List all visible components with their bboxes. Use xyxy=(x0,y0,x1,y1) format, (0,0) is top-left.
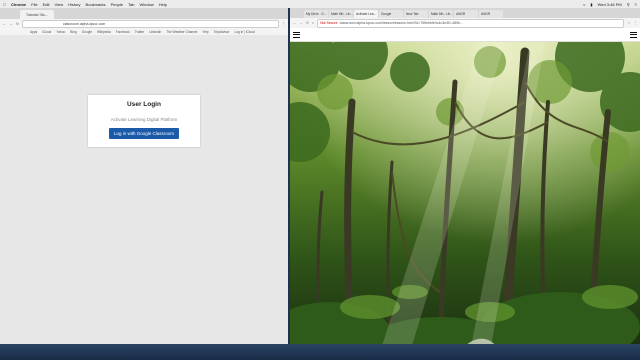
menubar-clock[interactable]: Wed 3:46 PM xyxy=(598,2,622,7)
bookmark-item[interactable]: Wikipedia xyxy=(97,30,111,34)
back-icon[interactable]: ← xyxy=(3,22,7,26)
right-tab-label: New Tab xyxy=(406,12,419,16)
menu-kebab-icon[interactable]: ⋮ xyxy=(282,22,286,26)
list-icon[interactable]: ≡ xyxy=(635,2,637,7)
bookmark-item[interactable]: Log in | iCloud xyxy=(234,30,254,34)
login-subtitle: Activate Learning Digital Platform xyxy=(110,117,178,122)
user-area xyxy=(630,31,637,38)
battery-icon[interactable]: ▮ xyxy=(590,2,592,7)
left-address-text: classroom.alpha-lqsoc.com xyxy=(62,21,106,26)
bookmark-item[interactable]: Yahoo xyxy=(56,30,65,34)
right-address-bar[interactable]: Not Secure classroom.alpha-lqsoc.com/les… xyxy=(317,18,625,28)
right-tab[interactable]: Math 6th - Un... xyxy=(429,10,453,18)
apple-icon[interactable]:  xyxy=(3,2,6,7)
search-icon[interactable]: ⚲ xyxy=(627,2,630,7)
right-tab-label: ANGR xyxy=(481,12,491,16)
menu-window[interactable]: Window xyxy=(139,2,153,7)
right-browser-window: My Drive - G... Math 6th - Un... Activat… xyxy=(290,8,640,352)
login-title: User Login xyxy=(127,101,161,108)
right-tab-active[interactable]: Activate Lea... xyxy=(354,10,378,18)
login-card: User Login Activate Learning Digital Pla… xyxy=(88,95,200,147)
not-secure-label[interactable]: Not Secure xyxy=(320,21,338,25)
right-tab[interactable]: New Tab xyxy=(404,10,428,18)
reload-icon[interactable]: ↻ xyxy=(16,22,19,26)
right-tab-label: Math 6th - Un... xyxy=(331,12,353,16)
menu-history[interactable]: History xyxy=(68,2,80,7)
menu-kebab-icon[interactable]: ⋮ xyxy=(634,21,638,25)
rainforest-illustration xyxy=(290,42,640,352)
bookmark-item[interactable]: iCloud xyxy=(42,30,51,34)
right-tabstrip: My Drive - G... Math 6th - Un... Activat… xyxy=(290,8,640,18)
left-tabstrip: Tutorial / Bo... xyxy=(0,8,288,19)
right-tab[interactable]: Google xyxy=(379,10,403,18)
right-tab[interactable]: Math 6th - Un... xyxy=(329,10,353,18)
menu-edit[interactable]: Edit xyxy=(43,2,50,7)
left-page-content: User Login Activate Learning Digital Pla… xyxy=(0,35,288,352)
desktop-background xyxy=(0,344,640,360)
right-tab-label: Math 6th - Un... xyxy=(431,12,453,16)
left-tab-label: Tutorial / Bo... xyxy=(26,12,48,17)
right-address-text: classroom.alpha-lqsoc.com/lesson/lessons… xyxy=(339,21,463,25)
bookmark-item[interactable]: Yelp xyxy=(202,30,208,34)
lesson-topbar xyxy=(290,28,640,42)
forward-icon[interactable]: → xyxy=(300,21,304,25)
bookmark-item[interactable]: Twitter xyxy=(135,30,144,34)
bookmark-item[interactable]: Google xyxy=(82,30,92,34)
reload-icon[interactable]: ↻ xyxy=(306,21,309,25)
right-tab-label: Google xyxy=(381,12,392,16)
menu-bookmarks[interactable]: Bookmarks xyxy=(86,2,106,7)
lesson-app xyxy=(290,28,640,352)
star-icon[interactable]: ☆ xyxy=(627,21,630,25)
menu-view[interactable]: View xyxy=(54,2,63,7)
menu-people[interactable]: People xyxy=(111,2,123,7)
google-classroom-login-button[interactable]: Log in with Google Classroom xyxy=(108,128,180,139)
forward-icon[interactable]: → xyxy=(10,22,14,26)
right-toolbar: ← → ↻ ⌂ Not Secure classroom.alpha-lqsoc… xyxy=(290,18,640,28)
bookmark-item[interactable]: LinkedIn xyxy=(149,30,161,34)
macos-menubar:  Chrome File Edit View History Bookmark… xyxy=(0,0,640,8)
bookmark-item[interactable]: TripAdvisor xyxy=(213,30,229,34)
left-tab-active[interactable]: Tutorial / Bo... xyxy=(20,10,54,19)
right-tab-label: ANGR xyxy=(456,12,466,16)
left-toolbar: ← → ↻ classroom.alpha-lqsoc.com ⋮ xyxy=(0,19,288,28)
menu-file[interactable]: File xyxy=(31,2,37,7)
right-tab[interactable]: My Drive - G... xyxy=(304,10,328,18)
bookmark-item[interactable]: The Weather Channel xyxy=(166,30,197,34)
rainforest-image xyxy=(290,42,640,352)
menu-app-name[interactable]: Chrome xyxy=(11,2,26,7)
wifi-icon[interactable]: ≈ xyxy=(583,2,585,7)
menu-tab[interactable]: Tab xyxy=(128,2,134,7)
right-tab[interactable]: ANGR xyxy=(479,10,503,18)
left-browser-window: Tutorial / Bo... ← → ↻ classroom.alpha-l… xyxy=(0,8,288,352)
hamburger-menu-icon[interactable] xyxy=(293,31,300,38)
bookmark-item[interactable]: Facebook xyxy=(116,30,130,34)
options-menu-icon[interactable] xyxy=(630,31,637,38)
right-tab-label: Activate Lea... xyxy=(356,12,377,16)
menu-help[interactable]: Help xyxy=(159,2,167,7)
back-icon[interactable]: ← xyxy=(293,21,297,25)
right-tab[interactable]: ANGR xyxy=(454,10,478,18)
home-icon[interactable]: ⌂ xyxy=(312,21,314,25)
bookmark-item[interactable]: Bing xyxy=(70,30,76,34)
left-address-bar[interactable]: classroom.alpha-lqsoc.com xyxy=(21,19,279,28)
bookmark-item[interactable]: Apps xyxy=(30,30,37,34)
right-tab-label: My Drive - G... xyxy=(306,12,327,16)
